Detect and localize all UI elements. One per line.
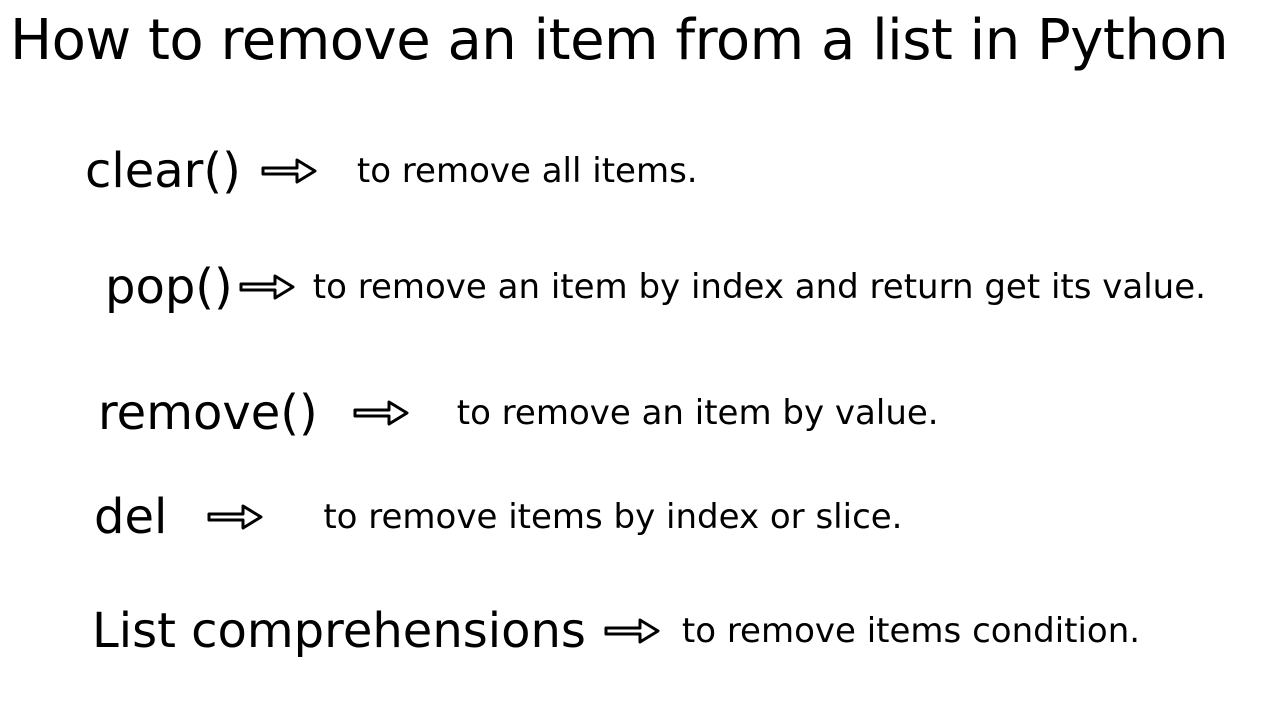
page-title: How to remove an item from a list in Pyt… bbox=[0, 0, 1280, 73]
method-name: remove() bbox=[98, 385, 318, 441]
method-description: to remove items condition. bbox=[682, 611, 1140, 651]
method-name: List comprehensions bbox=[92, 603, 586, 659]
arrow-right-icon bbox=[604, 616, 660, 646]
list-item: pop() to remove an item by index and ret… bbox=[105, 259, 1280, 315]
method-description: to remove an item by value. bbox=[457, 393, 939, 433]
list-item: List comprehensions to remove items cond… bbox=[92, 603, 1280, 659]
method-name: del bbox=[94, 489, 167, 545]
methods-list: clear() to remove all items. pop() to re… bbox=[0, 73, 1280, 659]
method-description: to remove items by index or slice. bbox=[323, 497, 902, 537]
list-item: clear() to remove all items. bbox=[85, 143, 1280, 199]
arrow-right-icon bbox=[353, 398, 409, 428]
method-name: pop() bbox=[105, 259, 233, 315]
list-item: remove() to remove an item by value. bbox=[98, 385, 1280, 441]
list-item: del to remove items by index or slice. bbox=[94, 489, 1280, 545]
method-name: clear() bbox=[85, 143, 241, 199]
arrow-right-icon bbox=[207, 502, 263, 532]
arrow-right-icon bbox=[239, 272, 295, 302]
method-description: to remove an item by index and return ge… bbox=[313, 267, 1206, 307]
method-description: to remove all items. bbox=[357, 151, 698, 191]
arrow-right-icon bbox=[261, 156, 317, 186]
